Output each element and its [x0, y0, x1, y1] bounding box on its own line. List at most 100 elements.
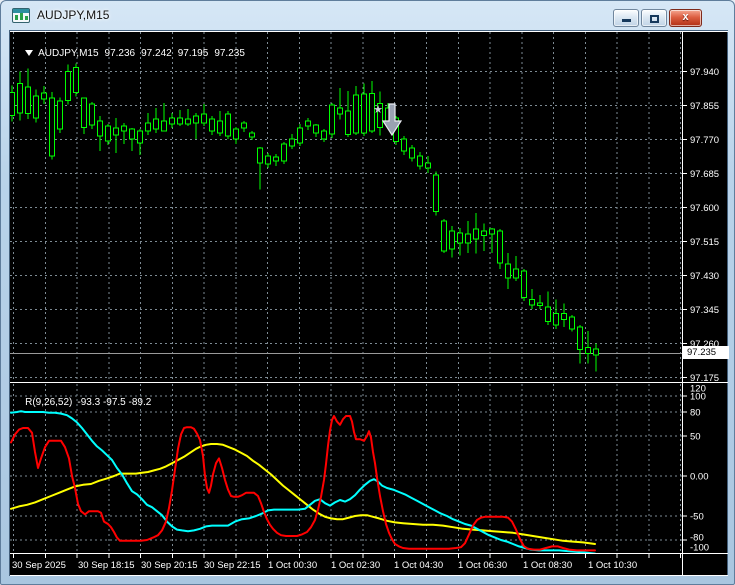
candle-body: [426, 163, 431, 168]
candle-body: [546, 307, 551, 322]
candle-body: [554, 314, 559, 325]
candle-body: [242, 123, 247, 128]
candle-body: [170, 118, 175, 124]
price-tick-label: 97.430: [690, 271, 719, 282]
candle-body: [250, 133, 255, 137]
candle-body: [586, 348, 591, 354]
time-tick-label: 30 Sep 18:15: [78, 560, 135, 571]
candle-body: [122, 126, 127, 131]
candle-body: [106, 126, 111, 141]
candle-body: [458, 233, 463, 243]
price-tick-label: 97.940: [690, 67, 719, 78]
time-axis[interactable]: 30 Sep 2025 30 Sep 18:15 30 Sep 20:15 30 Se…: [12, 554, 681, 571]
time-tick-label: 30 Sep 20:15: [141, 560, 198, 571]
time-tick-label: 1 Oct 00:30: [268, 560, 317, 571]
candle-body: [418, 156, 423, 166]
candle-body: [322, 131, 327, 139]
oscillator-scale-label: 100: [690, 392, 706, 403]
candle-body: [26, 87, 31, 114]
candle-body: [146, 123, 151, 131]
candle-body: [218, 121, 223, 133]
chart-header: AUDJPY,M1597.23697.24297.19597.235: [14, 37, 251, 70]
chevron-down-icon: [25, 50, 33, 56]
candle-body: [330, 105, 335, 134]
candle-body: [290, 139, 295, 146]
candle-body: [522, 271, 527, 298]
oscillator-scale-label: 50: [690, 432, 701, 443]
oscillator-line-R52: [11, 444, 595, 544]
candle-body: [594, 349, 599, 355]
candle-body: [90, 104, 95, 125]
oscillator-scale-label: -50: [690, 512, 704, 523]
candle-body: [506, 264, 511, 278]
candle-body: [402, 139, 407, 151]
indicator-values: -93.3 -97.5 -89.2: [77, 397, 151, 408]
candle-body: [82, 98, 87, 128]
price-axis[interactable]: 97.94097.85597.77097.68597.60097.51597.4…: [682, 67, 719, 384]
candle-body: [34, 96, 39, 118]
header-open: 97.236: [105, 48, 136, 59]
candle-body: [450, 231, 455, 249]
time-tick-label: 30 Sep 22:15: [204, 560, 261, 571]
price-tick-label: 97.600: [690, 203, 719, 214]
candle-body: [466, 234, 471, 243]
price-tick-label: 97.345: [690, 305, 719, 316]
candle-body: [538, 303, 543, 306]
candle-body: [530, 300, 535, 305]
indicator-name: R(9,26,52): [25, 397, 72, 408]
candle-body: [578, 327, 583, 350]
candle-body: [42, 93, 47, 99]
oscillator-scale-label: 80: [690, 408, 701, 419]
price-tick-label: 97.770: [690, 135, 719, 146]
candle-body: [354, 95, 359, 133]
candle-body: [138, 131, 143, 143]
candle-body: [162, 121, 167, 131]
oscillator-line-R9: [11, 416, 595, 550]
candle-body: [570, 317, 575, 329]
candle-body: [274, 157, 279, 161]
candle-body: [18, 84, 23, 113]
candle-body: [442, 221, 447, 251]
candle-body: [258, 148, 263, 163]
candle-body: [282, 144, 287, 161]
candle-body: [114, 128, 119, 135]
candle-body: [306, 121, 311, 126]
candle-body: [514, 269, 519, 278]
time-tick-label: 1 Oct 06:30: [458, 560, 507, 571]
candle-body: [58, 101, 63, 129]
time-tick-label: 30 Sep 2025: [12, 560, 66, 571]
time-tick-label: 1 Oct 08:30: [523, 560, 572, 571]
candle-body: [194, 116, 199, 123]
time-tick-label: 1 Oct 02:30: [331, 560, 380, 571]
candle-body: [346, 111, 351, 135]
candle-body: [338, 108, 343, 114]
header-symbol: AUDJPY,M15: [38, 48, 98, 59]
candle-body: [186, 119, 191, 124]
candle-body: [474, 229, 479, 239]
candle-body: [130, 129, 135, 139]
star-icon: ★: [373, 104, 383, 116]
candle-body: [562, 314, 567, 320]
header-close: 97.235: [214, 48, 245, 59]
candle-body: [66, 72, 71, 101]
price-tick-label: 97.855: [690, 101, 719, 112]
current-price-badge: 97.235: [683, 346, 729, 359]
candle-body: [298, 128, 303, 143]
header-low: 97.195: [178, 48, 209, 59]
price-tick-label: 97.685: [690, 169, 719, 180]
oscillator-scale-label: -100: [690, 543, 709, 554]
oscillator-lines: [11, 411, 595, 553]
candle-body: [266, 156, 271, 164]
candle-body: [434, 175, 439, 212]
candle-body: [234, 129, 239, 139]
candle-body: [410, 148, 415, 158]
candle-body: [482, 231, 487, 236]
time-tick-label: 1 Oct 04:30: [394, 560, 443, 571]
time-tick-label: 1 Oct 10:30: [588, 560, 637, 571]
candle-body: [178, 118, 183, 124]
candles: [10, 64, 599, 372]
candle-body: [490, 229, 495, 234]
candle-body: [50, 98, 55, 156]
candle-body: [226, 114, 231, 136]
oscillator-axis[interactable]: 12010080500.00-50-80-100: [682, 384, 709, 554]
